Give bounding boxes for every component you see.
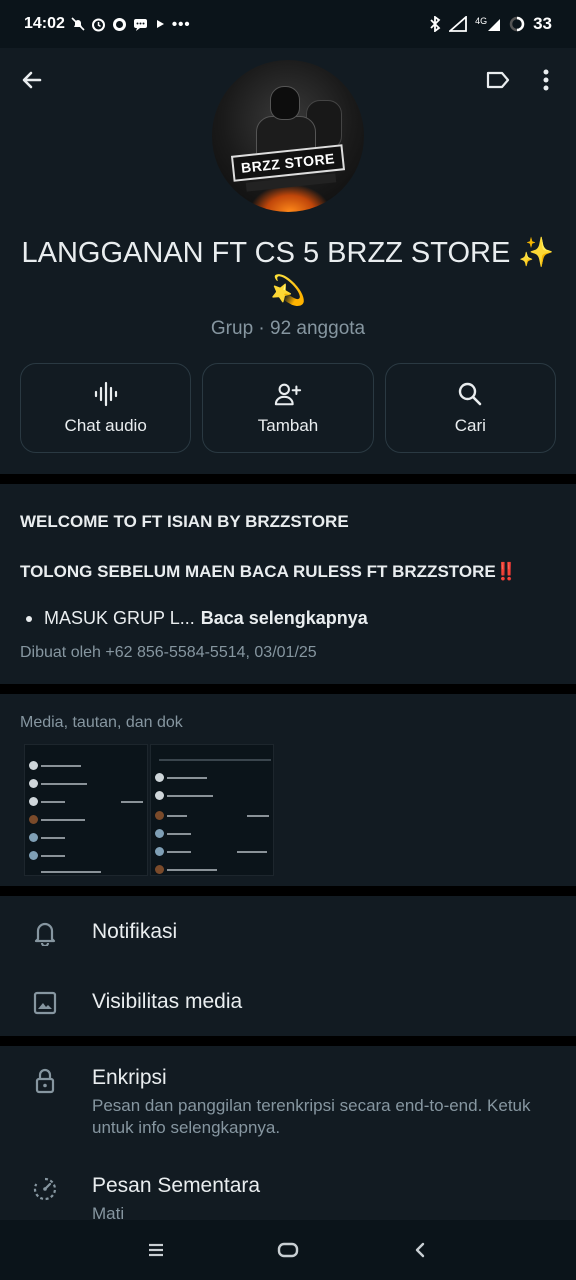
notifications-label: Notifikasi [92, 920, 178, 943]
recent-apps-button[interactable] [136, 1230, 176, 1270]
kebab-menu-icon [543, 69, 549, 91]
search-label: Cari [454, 416, 486, 435]
disappearing-messages-label: Pesan Sementara [92, 1174, 261, 1197]
status-time: 14:02 [24, 15, 65, 32]
description-bullet-text: MASUK GRUP L... [44, 608, 195, 628]
alarm-icon [91, 17, 106, 32]
disappearing-messages-row[interactable]: Pesan Sementara Mati [0, 1156, 576, 1220]
encryption-label: Enkripsi [92, 1066, 167, 1089]
media-thumbnail[interactable] [150, 744, 274, 876]
add-person-icon [274, 380, 302, 408]
timer-icon [32, 1176, 58, 1202]
network-4g-icon: 4G [475, 16, 501, 32]
description-line-2: TOLONG SEBELUM MAEN BACA RULESS FT BRZZS… [20, 562, 517, 581]
description-line-1: WELCOME TO FT ISIAN BY BRZZSTORE [20, 512, 349, 531]
status-bar: 14:02 ••• 4G 33 [0, 0, 576, 48]
more-dots-icon: ••• [171, 15, 191, 33]
mute-icon [71, 17, 85, 31]
created-by-text: Dibuat oleh +62 856-5584-5514, 03/01/25 [20, 644, 317, 661]
bullet-dot [26, 615, 32, 622]
group-name[interactable]: LANGGANAN FT CS 5 BRZZ STORE ✨💫 [20, 234, 556, 310]
battery-level: 33 [533, 14, 552, 33]
encryption-row[interactable]: Enkripsi Pesan dan panggilan terenkripsi… [0, 1046, 576, 1150]
chat-audio-button[interactable]: Chat audio [20, 363, 192, 453]
chat-icon [133, 17, 148, 32]
avatar-figure-head [270, 86, 300, 120]
chevron-left-icon [415, 1242, 425, 1258]
group-avatar[interactable]: BRZZ STORE [212, 60, 364, 212]
add-member-label: Tambah [257, 416, 319, 435]
search-button[interactable]: Cari [384, 363, 556, 453]
back-button[interactable] [14, 62, 50, 98]
signal-icon [449, 16, 467, 32]
image-icon [32, 990, 58, 1016]
add-member-button[interactable]: Tambah [202, 363, 374, 453]
group-info-header: BRZZ STORE LANGGANAN FT CS 5 BRZZ STORE … [0, 48, 576, 474]
media-section: Media, tautan, dan dok [0, 694, 576, 886]
action-buttons: Chat audio Tambah Cari [20, 363, 556, 453]
play-icon [154, 18, 166, 30]
arrow-left-icon [22, 71, 42, 89]
group-description[interactable]: WELCOME TO FT ISIAN BY BRZZSTORE TOLONG … [0, 484, 576, 684]
label-button[interactable] [480, 62, 516, 98]
bluetooth-icon [429, 16, 441, 32]
privacy-settings: Enkripsi Pesan dan panggilan terenkripsi… [0, 1046, 576, 1220]
search-icon [456, 380, 484, 408]
read-more-link[interactable]: Baca selengkapnya [201, 608, 368, 629]
media-section-title[interactable]: Media, tautan, dan dok [20, 714, 183, 732]
media-thumbnail[interactable] [24, 744, 148, 876]
avatar-logo-text: BRZZ STORE [240, 150, 336, 176]
disappearing-messages-status: Mati [92, 1204, 125, 1220]
back-nav-button[interactable] [400, 1230, 440, 1270]
network-label: 4G [475, 16, 488, 26]
media-visibility-row[interactable]: Visibilitas media [0, 966, 576, 1036]
label-tag-icon [486, 71, 510, 89]
chat-audio-label: Chat audio [64, 416, 147, 435]
lock-icon [32, 1068, 58, 1094]
audio-waveform-icon [92, 380, 120, 408]
bell-icon [32, 920, 58, 946]
home-button[interactable] [268, 1230, 308, 1270]
description-bullet-line: MASUK GRUP L... Baca selengkapnya [20, 608, 368, 629]
encryption-description: Pesan dan panggilan terenkripsi secara e… [92, 1096, 531, 1137]
home-rounded-icon [277, 1242, 299, 1258]
battery-icon [509, 16, 525, 32]
menu-lines-icon [149, 1243, 163, 1257]
group-member-count: Grup · 92 anggota [210, 318, 366, 339]
media-visibility-label: Visibilitas media [92, 990, 243, 1013]
whatsapp-icon [112, 17, 127, 32]
system-navigation-bar [0, 1220, 576, 1280]
more-options-button[interactable] [528, 62, 564, 98]
notifications-row[interactable]: Notifikasi [0, 896, 576, 966]
notification-settings: Notifikasi Visibilitas media [0, 896, 576, 1036]
